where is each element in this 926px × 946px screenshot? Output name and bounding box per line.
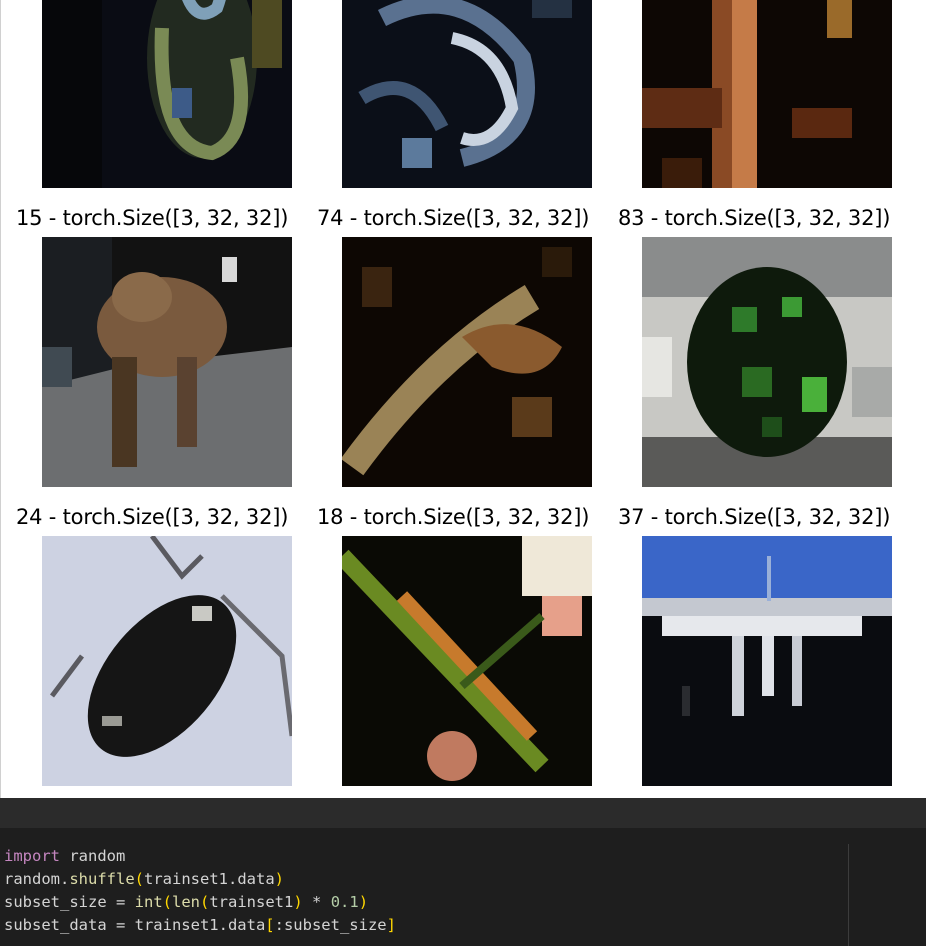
sample-image-3 xyxy=(642,0,892,188)
code-token: ) xyxy=(293,893,303,911)
code-token: ( xyxy=(134,870,144,888)
code-token: trainset1 xyxy=(209,893,294,911)
code-token: ) xyxy=(274,870,284,888)
code-token: ] xyxy=(386,916,396,934)
code-token: int xyxy=(134,893,163,911)
code-token: ( xyxy=(162,893,172,911)
code-token: subset_data = trainset1.data xyxy=(4,916,266,934)
caption-83: 83 - torch.Size([3, 32, 32]) xyxy=(618,206,891,230)
caption-18: 18 - torch.Size([3, 32, 32]) xyxy=(317,505,590,529)
code-token: ) xyxy=(358,893,369,911)
caption-24: 24 - torch.Size([3, 32, 32]) xyxy=(16,505,289,529)
code-token: trainset1.data xyxy=(144,870,275,888)
code-token: random xyxy=(60,847,126,865)
code-token: import xyxy=(4,847,60,865)
code-token: ( xyxy=(200,893,210,911)
code-line[interactable]: subset_size = int(len(trainset1) * 0.1) xyxy=(4,891,396,914)
sample-image-1 xyxy=(42,0,292,188)
caption-37: 37 - torch.Size([3, 32, 32]) xyxy=(618,505,891,529)
plot-output: 15 - torch.Size([3, 32, 32]) 74 - torch.… xyxy=(0,0,926,798)
code-token: 0.1 xyxy=(330,893,359,911)
sample-image-6-frog xyxy=(642,237,892,487)
sample-image-8 xyxy=(342,536,592,786)
sample-image-5 xyxy=(342,237,592,487)
code-token: :subset_size xyxy=(274,916,387,934)
editor-ruler xyxy=(848,844,849,946)
code-token: * xyxy=(302,893,331,911)
sample-image-9-bridge xyxy=(642,536,892,786)
code-token: random. xyxy=(4,870,70,888)
caption-15: 15 - torch.Size([3, 32, 32]) xyxy=(16,206,289,230)
code-editor[interactable]: import random random.shuffle(trainset1.da… xyxy=(4,845,396,937)
sample-image-2 xyxy=(342,0,592,188)
sample-image-4-deer xyxy=(42,237,292,487)
caption-74: 74 - torch.Size([3, 32, 32]) xyxy=(317,206,590,230)
code-line[interactable]: random.shuffle(trainset1.data) xyxy=(4,868,396,891)
code-token: [ xyxy=(265,916,275,934)
code-line[interactable]: subset_data = trainset1.data[:subset_siz… xyxy=(4,914,396,937)
code-token: shuffle xyxy=(69,870,135,888)
sample-image-7-cockroach xyxy=(42,536,292,786)
code-token: subset_size = xyxy=(4,893,135,911)
code-line[interactable]: import random xyxy=(4,845,396,868)
code-token: len xyxy=(172,893,200,911)
cell-separator xyxy=(0,798,926,828)
code-cell[interactable]: import random random.shuffle(trainset1.da… xyxy=(0,828,926,946)
